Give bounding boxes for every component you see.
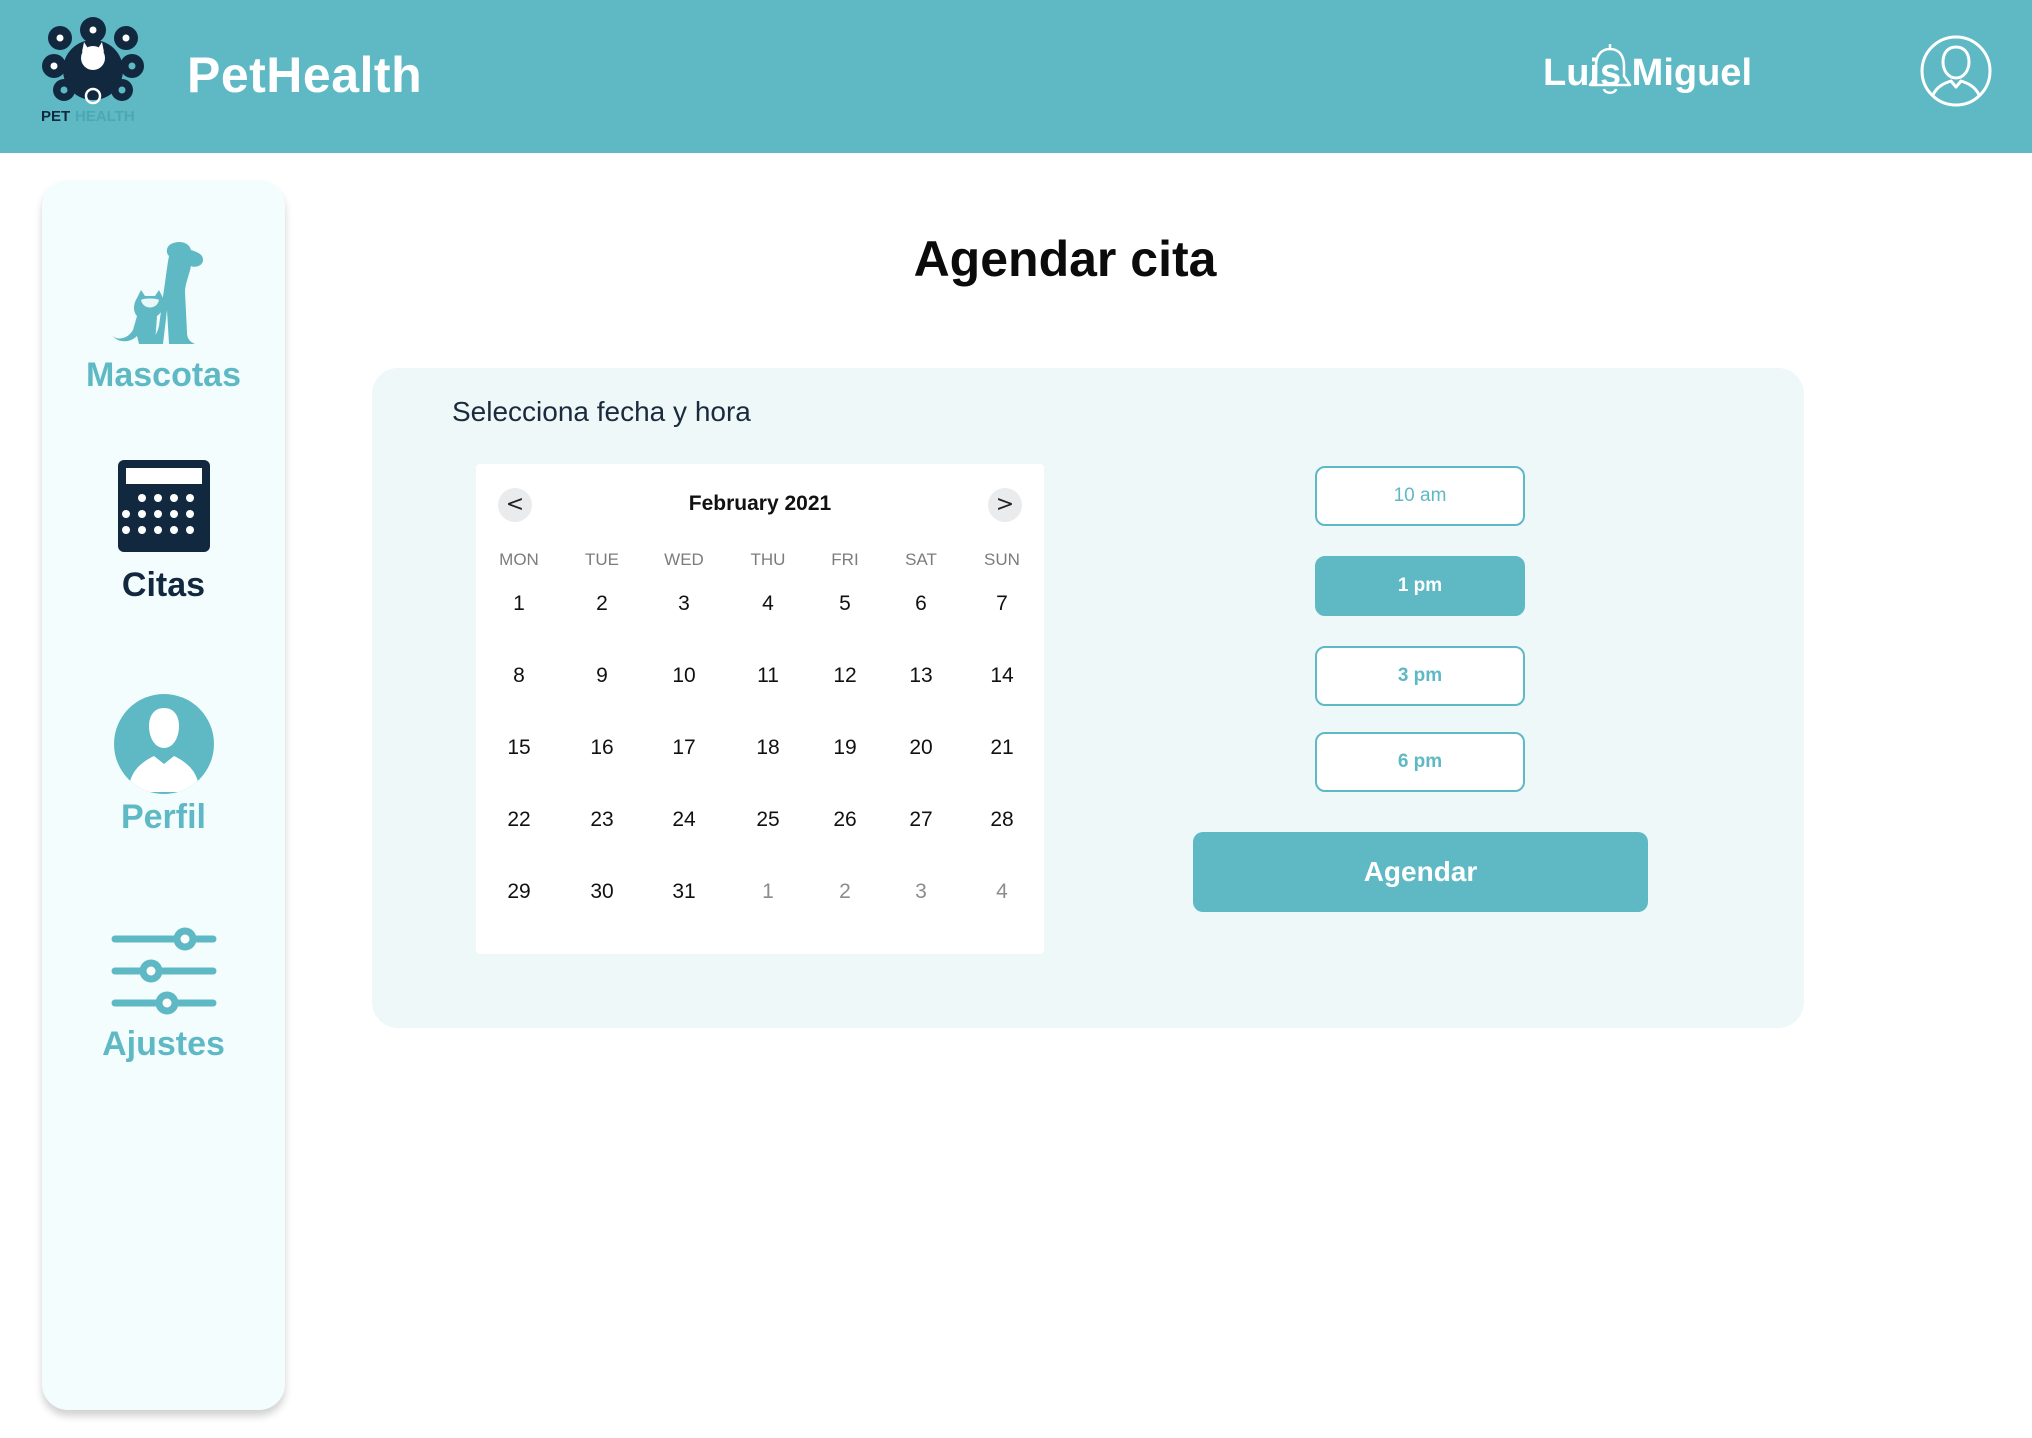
calendar-day[interactable]: 1	[494, 584, 544, 624]
user-avatar-icon[interactable]	[1920, 35, 1992, 107]
next-month-button[interactable]: >	[988, 488, 1022, 522]
calendar-day[interactable]: 30	[577, 872, 627, 912]
sidebar-item-label: Citas	[121, 566, 206, 604]
panel-heading: Selecciona fecha y hora	[452, 396, 751, 427]
calendar-icon	[117, 460, 210, 552]
sidebar: Mascotas Citas Perfil Ajustes	[42, 180, 285, 1410]
calendar-day[interactable]: 26	[820, 800, 870, 840]
profile-icon	[113, 694, 214, 794]
calendar-month-label: February 2021	[688, 492, 832, 515]
calendar-day[interactable]: 17	[659, 728, 709, 768]
user-name[interactable]: Luis Miguel	[1543, 52, 1752, 95]
calendar-day[interactable]: 20	[896, 728, 946, 768]
weekday-header: THU	[750, 550, 786, 569]
calendar-day[interactable]: 29	[494, 872, 544, 912]
weekday-header: MON	[499, 550, 539, 569]
calendar-day[interactable]: 16	[577, 728, 627, 768]
calendar-day[interactable]: 21	[977, 728, 1027, 768]
agendar-button[interactable]: Agendar	[1193, 832, 1648, 912]
calendar-day[interactable]: 6	[896, 584, 946, 624]
schedule-panel: Selecciona fecha y hora < February 2021 …	[372, 368, 1804, 1028]
weekday-header: TUE	[585, 550, 619, 569]
weekday-header: FRI	[831, 550, 859, 569]
calendar-day[interactable]: 4	[743, 584, 793, 624]
calendar-day[interactable]: 25	[743, 800, 793, 840]
calendar-day[interactable]: 3	[659, 584, 709, 624]
calendar-day[interactable]: 14	[977, 656, 1027, 696]
calendar-day[interactable]: 7	[977, 584, 1027, 624]
sliders-icon	[111, 927, 216, 1015]
calendar-day[interactable]: 10	[659, 656, 709, 696]
calendar-day-other-month[interactable]: 4	[977, 872, 1027, 912]
calendar-day-other-month[interactable]: 1	[743, 872, 793, 912]
sidebar-item-label: Perfil	[120, 798, 207, 836]
sidebar-item-ajustes[interactable]: Ajustes	[42, 925, 285, 1064]
calendar-day[interactable]: 28	[977, 800, 1027, 840]
top-bar: PET HEALTH PetHealth Luis Miguel	[0, 0, 2032, 153]
sidebar-item-citas[interactable]: Citas	[42, 458, 285, 605]
calendar-day[interactable]: 23	[577, 800, 627, 840]
sidebar-item-perfil[interactable]: Perfil	[42, 692, 285, 837]
calendar-day[interactable]: 13	[896, 656, 946, 696]
sidebar-item-label: Mascotas	[86, 356, 241, 394]
calendar-day[interactable]: 18	[743, 728, 793, 768]
calendar-day[interactable]: 22	[494, 800, 544, 840]
calendar-day[interactable]: 15	[494, 728, 544, 768]
calendar-day[interactable]: 11	[743, 656, 793, 696]
calendar-day[interactable]: 12	[820, 656, 870, 696]
calendar-day[interactable]: 2	[577, 584, 627, 624]
time-slot-6pm[interactable]: 6 pm	[1315, 732, 1525, 792]
time-slot-1pm[interactable]: 1 pm	[1315, 556, 1525, 616]
calendar-day[interactable]: 5	[820, 584, 870, 624]
calendar-day-other-month[interactable]: 3	[896, 872, 946, 912]
sidebar-item-mascotas[interactable]: Mascotas	[42, 240, 285, 395]
weekday-header: SAT	[905, 550, 937, 569]
time-slot-10am[interactable]: 10 am	[1315, 466, 1525, 526]
calendar-day[interactable]: 24	[659, 800, 709, 840]
calendar-day-other-month[interactable]: 2	[820, 872, 870, 912]
calendar-day[interactable]: 9	[577, 656, 627, 696]
weekday-header: SUN	[984, 550, 1020, 569]
calendar-day[interactable]: 8	[494, 656, 544, 696]
svg-text:HEALTH: HEALTH	[75, 108, 135, 125]
app-name: PetHealth	[187, 47, 423, 103]
svg-text:PET: PET	[41, 108, 70, 125]
page-title: Agendar cita	[913, 231, 1217, 287]
pets-icon	[112, 242, 203, 344]
sidebar-item-label: Ajustes	[102, 1025, 225, 1063]
pethealth-logo: PET HEALTH	[41, 17, 144, 125]
calendar-day[interactable]: 27	[896, 800, 946, 840]
date-picker-calendar: < February 2021 > MON TUE WED THU FRI SAT SUN 1…	[476, 464, 1044, 954]
weekday-header: WED	[664, 550, 704, 569]
time-slot-3pm[interactable]: 3 pm	[1315, 646, 1525, 706]
calendar-day[interactable]: 19	[820, 728, 870, 768]
calendar-day[interactable]: 31	[659, 872, 709, 912]
